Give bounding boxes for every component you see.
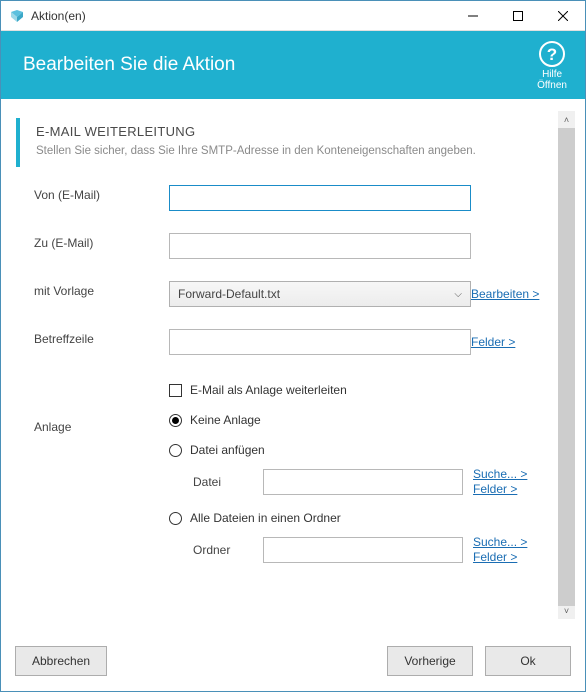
attach-file-browse-link[interactable]: Suche... > [473, 467, 543, 482]
content-area: E-MAIL WEITERLEITUNG Stellen Sie sicher,… [1, 99, 585, 631]
attach-folder-label: Alle Dateien in einen Ordner [190, 511, 341, 525]
forward-as-attachment-checkbox[interactable] [169, 384, 182, 397]
template-select[interactable]: Forward-Default.txt ⌵ [169, 281, 471, 307]
attach-none-label: Keine Anlage [190, 413, 261, 427]
attach-folder-browse-link[interactable]: Suche... > [473, 535, 543, 550]
forward-as-attachment-label: E-Mail als Anlage weiterleiten [190, 383, 347, 397]
to-input[interactable] [169, 233, 471, 259]
subject-label: Betreffzeile [34, 329, 169, 346]
attach-file-label: Datei anfügen [190, 443, 265, 457]
cancel-button[interactable]: Abbrechen [15, 646, 107, 676]
section-header: E-MAIL WEITERLEITUNG Stellen Sie sicher,… [16, 118, 543, 167]
attach-file-sublabel: Datei [193, 475, 253, 489]
svg-text:?: ? [547, 45, 557, 64]
titlebar: Aktion(en) [1, 1, 585, 31]
window-title: Aktion(en) [31, 9, 450, 23]
attach-file-input[interactable] [263, 469, 463, 495]
help-button[interactable]: ? Hilfe Öffnen [537, 40, 567, 91]
from-label: Von (E-Mail) [34, 185, 169, 202]
template-edit-link[interactable]: Bearbeiten > [471, 287, 543, 302]
attach-folder-fields-link[interactable]: Felder > [473, 550, 543, 565]
attach-file-fields-link[interactable]: Felder > [473, 482, 543, 497]
maximize-button[interactable] [495, 1, 540, 30]
template-label: mit Vorlage [34, 281, 169, 298]
close-button[interactable] [540, 1, 585, 30]
attach-file-radio[interactable] [169, 444, 182, 457]
subject-input[interactable] [169, 329, 471, 355]
vertical-scrollbar[interactable]: ˄ ˅ [558, 111, 575, 619]
ok-button[interactable]: Ok [485, 646, 571, 676]
from-input[interactable] [169, 185, 471, 211]
scroll-down-icon[interactable]: ˅ [558, 602, 575, 619]
template-select-value: Forward-Default.txt [178, 287, 280, 301]
dialog-footer: Abbrechen Vorherige Ok [1, 631, 585, 691]
attach-folder-input[interactable] [263, 537, 463, 563]
subject-fields-link[interactable]: Felder > [471, 335, 543, 350]
section-title: E-MAIL WEITERLEITUNG [36, 124, 543, 139]
help-label: Hilfe Öffnen [537, 69, 567, 91]
minimize-button[interactable] [450, 1, 495, 30]
attachment-label: Anlage [34, 417, 169, 434]
section-description: Stellen Sie sicher, dass Sie Ihre SMTP-A… [36, 145, 543, 157]
app-icon [9, 8, 25, 24]
chevron-down-icon: ⌵ [454, 289, 462, 300]
scroll-thumb[interactable] [558, 128, 575, 606]
scroll-panel: E-MAIL WEITERLEITUNG Stellen Sie sicher,… [15, 111, 558, 619]
help-icon: ? [538, 40, 566, 68]
dialog-header: Bearbeiten Sie die Aktion ? Hilfe Öffnen [1, 31, 585, 99]
scroll-up-icon[interactable]: ˄ [558, 111, 575, 128]
attach-folder-radio[interactable] [169, 512, 182, 525]
attach-none-radio[interactable] [169, 414, 182, 427]
attach-folder-sublabel: Ordner [193, 543, 253, 557]
previous-button[interactable]: Vorherige [387, 646, 473, 676]
to-label: Zu (E-Mail) [34, 233, 169, 250]
dialog-title: Bearbeiten Sie die Aktion [23, 54, 537, 76]
